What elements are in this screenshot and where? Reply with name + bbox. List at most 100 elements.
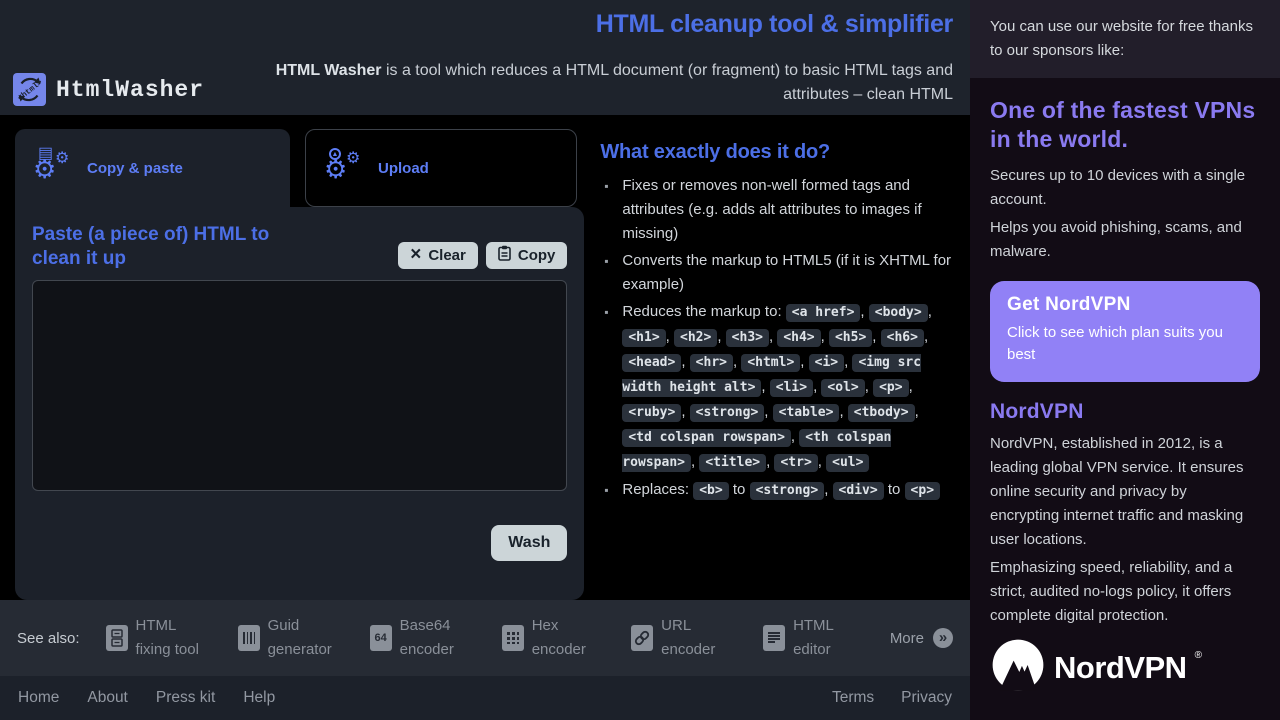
link-url-encoder[interactable]: URL encoder [631, 614, 735, 662]
page-title: HTML cleanup tool & simplifier [596, 10, 953, 39]
site-brand-name: HtmlWasher [56, 77, 204, 103]
nav-link-help[interactable]: Help [243, 689, 275, 707]
code-chip: <b> [693, 482, 728, 500]
nav-link-home[interactable]: Home [18, 689, 59, 707]
code-chip: <table> [773, 404, 840, 422]
more-label: More [890, 630, 924, 647]
main-content: ▤⚙⚙ Copy & paste ▲⚙⚙ Upload Paste (a pie… [0, 115, 970, 600]
wash-row: Wash [32, 525, 567, 561]
tool-link-label: HTML fixing tool [136, 614, 210, 662]
link-guid-generator[interactable]: Guid generator [238, 614, 342, 662]
sponsor-sidebar: You can use our website for free thanks … [970, 0, 1280, 720]
code-chip: <body> [869, 304, 928, 322]
nav-link-privacy[interactable]: Privacy [901, 689, 952, 707]
chevron-double-right-icon: » [933, 628, 953, 648]
see-also-strip: See also: HTML fixing tool Guid generato… [0, 600, 970, 676]
sponsor-note: You can use our website for free thanks … [970, 0, 1280, 78]
copy-paste-gears-icon: ▤⚙⚙ [35, 147, 73, 189]
see-also-label: See also: [17, 630, 80, 647]
code-chip: <li> [770, 379, 813, 397]
ad-paragraph: Emphasizing speed, reliability, and a st… [990, 556, 1260, 628]
code-chip: <div> [833, 482, 884, 500]
nordvpn-ad: One of the fastest VPNs in the world. Se… [970, 78, 1280, 697]
tool-link-label: Guid generator [268, 614, 342, 662]
code-chip: <p> [905, 482, 940, 500]
ad-paragraph: Secures up to 10 devices with a single a… [990, 164, 1260, 212]
base64-icon: 64 [370, 625, 392, 651]
code-chip: <h3> [726, 329, 769, 347]
nordvpn-logo[interactable]: NordVPN ® [990, 638, 1260, 697]
page-description: HTML Washer is a tool which reduces a HT… [253, 59, 953, 107]
info-bullet: Reduces the markup to: <a href>, <body>,… [600, 300, 952, 475]
tab-upload[interactable]: ▲⚙⚙ Upload [305, 129, 577, 207]
code-chip: <title> [699, 454, 766, 472]
code-chip: <i> [809, 354, 844, 372]
clear-button[interactable]: × Clear [398, 242, 478, 269]
tab-bar: ▤⚙⚙ Copy & paste ▲⚙⚙ Upload [15, 129, 584, 207]
paste-panel-header: Paste (a piece of) HTML to clean it up ×… [32, 223, 567, 271]
code-chip: <hr> [690, 354, 733, 372]
wash-button[interactable]: Wash [491, 525, 567, 561]
bottom-nav-right: Terms Privacy [832, 689, 952, 707]
code-chip: <strong> [750, 482, 825, 500]
more-tools-link[interactable]: More » [890, 628, 953, 648]
nordvpn-wordmark: NordVPN [1054, 650, 1187, 686]
main-column: HTML cleanup tool & simplifier HTML Wash… [0, 0, 970, 720]
info-bullet: Replaces: <b> to <strong>, <div> to <p> [600, 478, 952, 503]
link-hex-encoder[interactable]: Hex encoder [502, 614, 603, 662]
code-chip: <p> [873, 379, 908, 397]
bottom-nav: Home About Press kit Help Terms Privacy [0, 676, 970, 720]
link-html-fixing-tool[interactable]: HTML fixing tool [106, 614, 210, 662]
get-nordvpn-cta[interactable]: Get NordVPN Click to see which plan suit… [990, 281, 1260, 382]
tool-link-label: URL encoder [661, 614, 735, 662]
site-brand[interactable]: <html> HtmlWasher [13, 73, 204, 106]
html-fix-icon [106, 625, 128, 651]
code-chip: <td colspan rowspan> [622, 429, 791, 447]
cta-heading: Get NordVPN [1007, 294, 1243, 316]
code-chip: <ol> [821, 379, 864, 397]
code-chip: <strong> [690, 404, 765, 422]
clear-x-icon: × [410, 247, 421, 263]
tab-copy-paste-label: Copy & paste [87, 160, 183, 177]
cta-text: Click to see which plan suits you best [1007, 322, 1243, 366]
page-description-text: is a tool which reduces a HTML document … [382, 62, 954, 103]
nav-link-press-kit[interactable]: Press kit [156, 689, 215, 707]
paste-panel-actions: × Clear Copy [398, 242, 567, 269]
tab-copy-paste[interactable]: ▤⚙⚙ Copy & paste [15, 129, 290, 207]
ad-paragraph: Helps you avoid phishing, scams, and mal… [990, 216, 1260, 264]
tab-upload-label: Upload [378, 160, 429, 177]
ad-heading: One of the fastest VPNs in the world. [990, 96, 1260, 154]
info-list: Fixes or removes non-well formed tags an… [600, 174, 970, 503]
header: HTML cleanup tool & simplifier HTML Wash… [0, 0, 970, 115]
link-base64-encoder[interactable]: 64 Base64 encoder [370, 614, 474, 662]
nordvpn-mountain-icon [990, 638, 1046, 697]
tool-column: ▤⚙⚙ Copy & paste ▲⚙⚙ Upload Paste (a pie… [15, 129, 584, 600]
copy-button-label: Copy [518, 247, 556, 264]
registered-mark: ® [1195, 650, 1202, 661]
upload-gears-icon: ▲⚙⚙ [326, 147, 364, 189]
tool-link-label: Base64 encoder [400, 614, 474, 662]
info-column: What exactly does it do? Fixes or remove… [600, 141, 970, 600]
code-chip: <h5> [829, 329, 872, 347]
info-bullet: Fixes or removes non-well formed tags an… [600, 174, 952, 246]
html-input-textarea[interactable] [32, 280, 567, 491]
code-chip: <h1> [622, 329, 665, 347]
code-chip: <tr> [774, 454, 817, 472]
code-chip: <ul> [826, 454, 869, 472]
htmlwasher-logo-icon: <html> [13, 73, 46, 106]
ad-paragraph: NordVPN, established in 2012, is a leadi… [990, 432, 1260, 552]
copy-button[interactable]: Copy [486, 242, 568, 269]
clear-button-label: Clear [428, 247, 466, 264]
link-html-editor[interactable]: HTML editor [763, 614, 862, 662]
nav-link-about[interactable]: About [87, 689, 128, 707]
code-chip: <head> [622, 354, 681, 372]
info-bullet: Converts the markup to HTML5 (if it is X… [600, 249, 952, 297]
code-chip: <ruby> [622, 404, 681, 422]
nav-link-terms[interactable]: Terms [832, 689, 874, 707]
document-lines-icon [763, 625, 785, 651]
paste-panel-heading: Paste (a piece of) HTML to clean it up [32, 223, 312, 271]
code-chip: <h4> [777, 329, 820, 347]
tool-link-label: HTML editor [793, 614, 862, 662]
code-chip: <html> [741, 354, 800, 372]
page-description-brand: HTML Washer [276, 62, 382, 79]
